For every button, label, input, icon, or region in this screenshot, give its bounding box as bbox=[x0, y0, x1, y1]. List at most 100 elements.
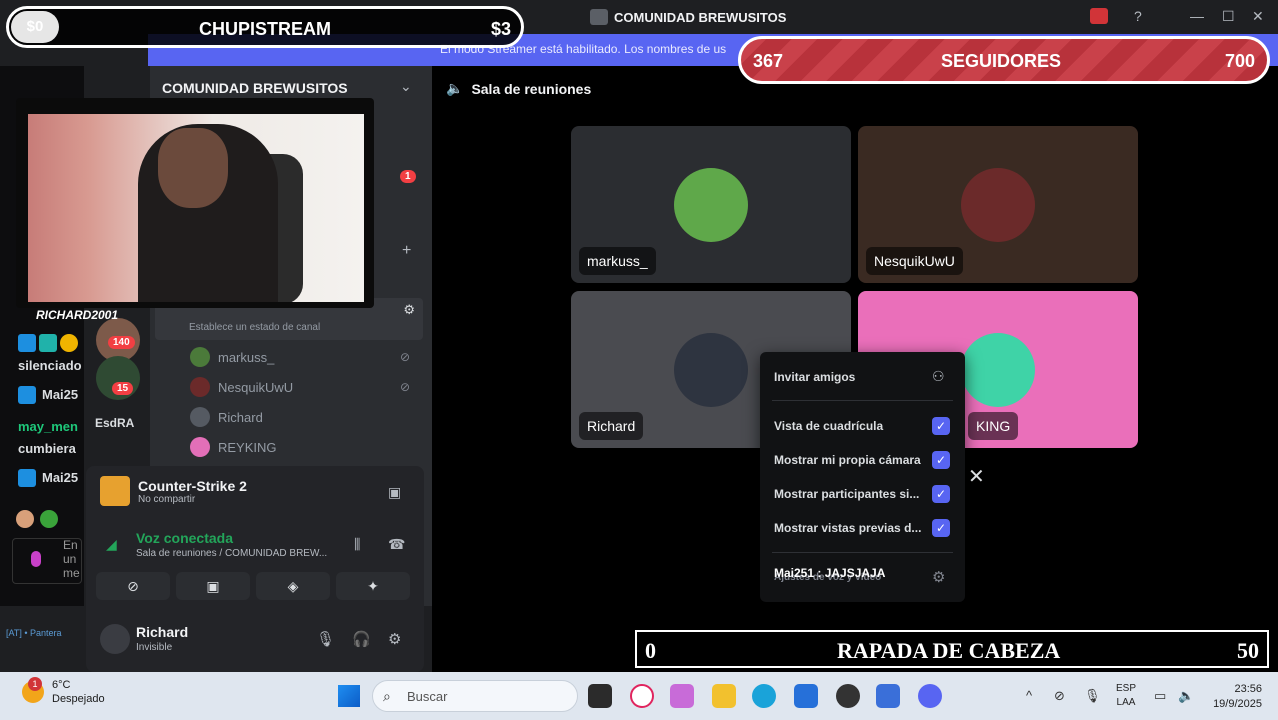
checkbox[interactable]: ✓ bbox=[932, 451, 950, 469]
avatar bbox=[961, 168, 1035, 242]
webcam-name: RICHARD2001 bbox=[36, 308, 119, 322]
badge-icon bbox=[60, 334, 78, 352]
disconnect-icon[interactable]: ☎ bbox=[388, 536, 405, 553]
followers-label: SEGUIDORES bbox=[941, 51, 1062, 71]
soundboard-button[interactable]: ✦ bbox=[336, 572, 410, 600]
show-previews-item[interactable]: Mostrar vistas previas d... bbox=[774, 521, 921, 535]
noise-suppression-icon[interactable]: ⫼ bbox=[354, 536, 360, 553]
activity-row[interactable]: Counter-Strike 2 No compartir bbox=[100, 476, 247, 506]
display-icon[interactable]: ▭ bbox=[1154, 688, 1166, 704]
voice-status[interactable]: Voz conectada bbox=[136, 530, 233, 546]
webcam-feed bbox=[28, 114, 364, 302]
help-icon[interactable]: ? bbox=[1134, 8, 1142, 24]
own-camera-item[interactable]: Mostrar mi propia cámara bbox=[774, 453, 921, 467]
user-status: Invisible bbox=[136, 642, 173, 653]
close-icon[interactable]: ✕ bbox=[968, 464, 985, 489]
store-icon[interactable] bbox=[794, 684, 818, 708]
server-name[interactable]: COMUNIDAD BREWUSITOS bbox=[162, 80, 348, 96]
chevron-down-icon[interactable]: ⌄ bbox=[400, 78, 412, 95]
window-title: COMUNIDAD BREWUSITOS bbox=[590, 9, 786, 25]
checkbox[interactable]: ✓ bbox=[932, 417, 950, 435]
chat-input[interactable]: En un me bbox=[12, 538, 82, 584]
headphones-icon[interactable]: 🎧 bbox=[352, 630, 371, 648]
server-icon bbox=[590, 9, 608, 25]
username[interactable]: Richard bbox=[136, 624, 188, 640]
add-user-icon[interactable]: ⚇ bbox=[932, 368, 945, 385]
mute-icon: ⊘ bbox=[400, 380, 411, 394]
add-channel-icon[interactable]: + bbox=[402, 242, 411, 260]
app-icon[interactable] bbox=[876, 684, 900, 708]
member-item[interactable]: markuss_ bbox=[190, 347, 274, 367]
badge-icon bbox=[39, 334, 57, 352]
maximize-button[interactable]: ☐ bbox=[1222, 8, 1235, 25]
avatar bbox=[190, 347, 210, 367]
chat-message: silenciado bbox=[18, 358, 82, 373]
language-indicator[interactable]: ESP LAA bbox=[1116, 682, 1136, 710]
badge-icon bbox=[18, 386, 36, 404]
camera-off-button[interactable]: ⊘ bbox=[96, 572, 170, 600]
weather-widget[interactable]: 1 6°C Despejado bbox=[22, 677, 105, 706]
minimize-button[interactable]: — bbox=[1190, 8, 1204, 24]
mic-icon[interactable]: 🎙 bbox=[316, 630, 335, 648]
stage-options-menu: Invitar amigos ⚇ Vista de cuadrícula ✓ M… bbox=[760, 352, 965, 602]
screen-share-button[interactable]: ▣ bbox=[176, 572, 250, 600]
checkbox[interactable]: ✓ bbox=[932, 519, 950, 537]
chat-badges bbox=[18, 334, 78, 352]
badge-icon bbox=[18, 469, 36, 487]
server-label[interactable]: EsdRA bbox=[95, 416, 134, 430]
task-view-icon[interactable] bbox=[588, 684, 612, 708]
chat-username: Mai25 bbox=[42, 387, 79, 402]
voice-location: Sala de reuniones / COMUNIDAD BREW... bbox=[136, 548, 328, 559]
close-button[interactable]: ✕ bbox=[1252, 8, 1264, 25]
channel-settings-icon[interactable]: ⚙ bbox=[403, 302, 415, 318]
volume-icon[interactable]: 🔈 bbox=[1178, 688, 1194, 704]
chat-username: Mai25 bbox=[42, 470, 79, 485]
tile-label: Richard bbox=[579, 412, 644, 440]
mic-icon bbox=[31, 551, 41, 567]
gear-icon[interactable]: ⚙ bbox=[932, 568, 945, 586]
activity-button[interactable]: ◈ bbox=[256, 572, 330, 600]
mic-icon[interactable]: 🎙 bbox=[1084, 688, 1101, 704]
obs-icon[interactable] bbox=[836, 684, 860, 708]
member-item[interactable]: NesquikUwU bbox=[190, 377, 293, 397]
clock[interactable]: 23:56 19/9/2025 bbox=[1206, 682, 1262, 712]
member-item[interactable]: Richard bbox=[190, 407, 263, 427]
edge-icon[interactable] bbox=[752, 684, 776, 708]
grid-view-item[interactable]: Vista de cuadrícula bbox=[774, 419, 883, 433]
search-box[interactable]: ⌕ Buscar bbox=[372, 680, 578, 712]
show-participants-item[interactable]: Mostrar participantes si... bbox=[774, 487, 919, 501]
chevron-up-icon[interactable]: ^ bbox=[1026, 688, 1032, 703]
counter-strike-icon bbox=[100, 476, 130, 506]
signal-icon: ◢ bbox=[106, 536, 117, 552]
video-tile[interactable]: markuss_ bbox=[571, 126, 851, 283]
member-item[interactable]: REYKING bbox=[190, 437, 277, 457]
server-badge-a: 140 bbox=[108, 336, 135, 349]
channel-status[interactable]: Establece un estado de canal bbox=[189, 322, 320, 333]
chat-message: cumbiera bbox=[18, 441, 76, 456]
start-button[interactable] bbox=[338, 685, 360, 707]
discord-icon[interactable] bbox=[918, 684, 942, 708]
inbox-icon[interactable] bbox=[1090, 8, 1108, 24]
avatar bbox=[961, 333, 1035, 407]
challenge-goal: 50 bbox=[1237, 638, 1259, 663]
avatar[interactable] bbox=[100, 624, 130, 654]
emote-icon bbox=[40, 510, 58, 528]
windows-taskbar: 1 6°C Despejado ⌕ Buscar ^ ⊘ 🎙 ESP LAA ▭… bbox=[0, 672, 1278, 720]
copilot-icon[interactable] bbox=[670, 684, 694, 708]
followers-goal: 700 bbox=[1224, 51, 1255, 71]
file-explorer-icon[interactable] bbox=[712, 684, 736, 708]
donation-goal-overlay: $0 CHUPISTREAM $3 bbox=[6, 6, 524, 48]
opera-icon[interactable] bbox=[630, 684, 654, 708]
invite-friends-item[interactable]: Invitar amigos bbox=[774, 370, 855, 384]
avatar bbox=[190, 407, 210, 427]
gear-icon[interactable]: ⚙ bbox=[388, 630, 401, 648]
checkbox[interactable]: ✓ bbox=[932, 485, 950, 503]
stage-title: 🔈 Sala de reuniones bbox=[446, 80, 592, 97]
network-icon[interactable]: ⊘ bbox=[1054, 688, 1065, 704]
video-tile[interactable]: NesquikUwU bbox=[858, 126, 1138, 283]
challenge-title: RAPADA DE CABEZA bbox=[837, 638, 1061, 663]
tile-label: markuss_ bbox=[579, 247, 656, 275]
avatar bbox=[190, 377, 210, 397]
stream-icon[interactable]: ▣ bbox=[388, 484, 401, 501]
chat-footer: [AT] • Pantera bbox=[6, 628, 62, 638]
